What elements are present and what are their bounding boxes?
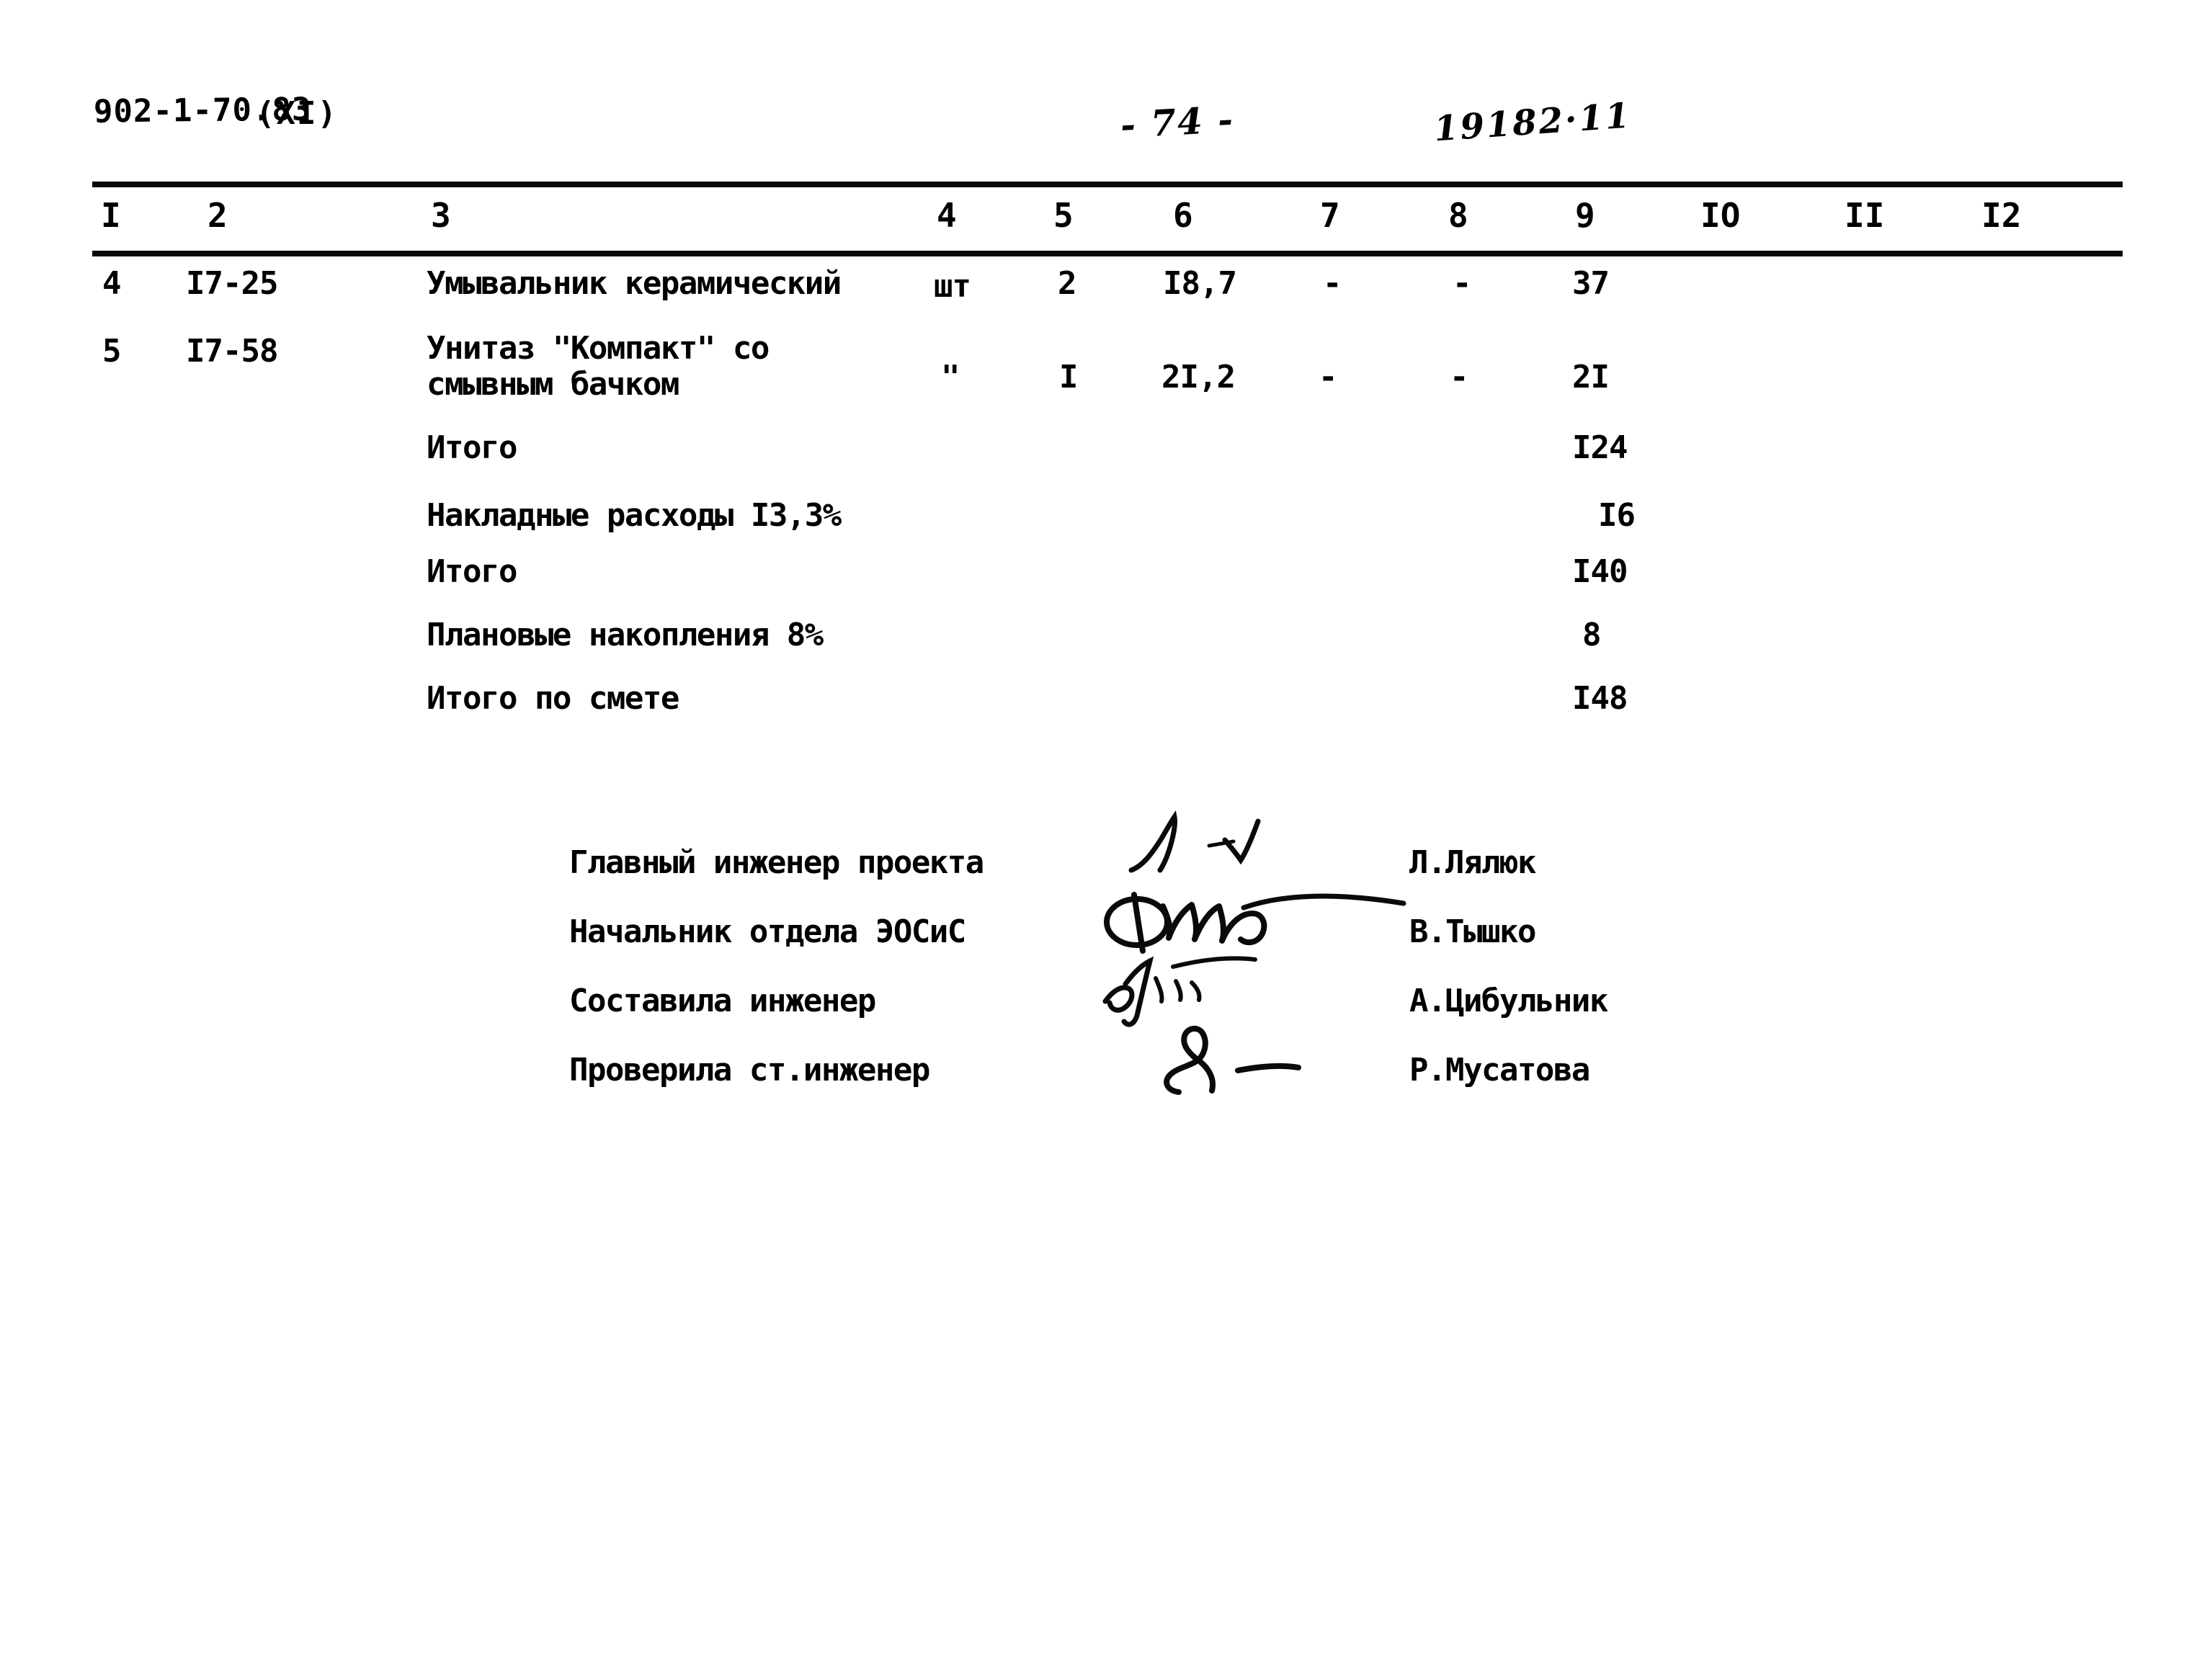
summary-value: 8: [1582, 617, 1601, 653]
column-header-5: 5: [1053, 196, 1074, 235]
document-series: (XI): [256, 95, 338, 132]
signature-role: Начальник отдела ЭОСиС: [569, 913, 966, 950]
column-header-10: IO: [1700, 196, 1741, 235]
row-quantity: 2: [1058, 265, 1076, 302]
column-header-11: II: [1845, 196, 1885, 235]
row-price: 2I,2: [1161, 359, 1236, 395]
summary-value: I24: [1572, 429, 1628, 466]
table-rule-top: [92, 182, 2123, 187]
signature-mark-4: [1146, 1021, 1347, 1101]
signature-name: Л.Лялюк: [1409, 844, 1536, 881]
signature-name: А.Цибульник: [1409, 983, 1608, 1019]
row-quantity: I: [1059, 359, 1078, 395]
reference-number: 19182·11: [1432, 95, 1633, 150]
page-number: - 74 -: [1119, 97, 1236, 147]
signature-name: В.Тышко: [1409, 913, 1536, 950]
column-header-3: 3: [431, 196, 451, 235]
summary-value: I48: [1572, 680, 1628, 717]
summary-label: Итого: [427, 553, 517, 590]
row-description: Умывальник керамический: [427, 265, 842, 302]
row-total: 2I: [1572, 359, 1610, 395]
row-number: 4: [102, 265, 121, 302]
column-header-1: I: [101, 196, 121, 235]
document-page: 902-1-70.83 (XI) - 74 - 19182·11 I 2 3 4…: [0, 0, 2212, 1659]
row-description: Унитаз "Компакт" со: [427, 330, 770, 367]
row-number: 5: [102, 333, 121, 370]
column-header-7: 7: [1320, 196, 1340, 235]
column-header-8: 8: [1448, 196, 1468, 235]
summary-label: Итого: [427, 429, 517, 466]
row-description-line2: смывным бачком: [427, 366, 679, 403]
row-col7: -: [1319, 359, 1337, 395]
signature-mark-1: [1124, 810, 1326, 879]
column-header-12: I2: [1981, 196, 2022, 235]
row-total: 37: [1572, 265, 1610, 302]
row-code: I7-58: [186, 333, 278, 370]
signature-role: Проверила ст.инженер: [569, 1052, 930, 1088]
signature-role: Составила инженер: [569, 983, 876, 1019]
column-header-4: 4: [937, 196, 957, 235]
row-unit: ": [941, 359, 960, 395]
row-unit: шт: [934, 268, 971, 305]
signature-name: Р.Мусатова: [1409, 1052, 1590, 1088]
row-code: I7-25: [186, 265, 278, 302]
column-header-2: 2: [208, 196, 228, 235]
summary-label: Итого по смете: [427, 680, 679, 717]
signature-role: Главный инженер проекта: [569, 844, 984, 881]
summary-label: Накладные расходы I3,3%: [427, 497, 842, 534]
row-col8: -: [1453, 265, 1471, 302]
table-rule-bottom: [92, 251, 2123, 256]
row-price: I8,7: [1163, 265, 1237, 302]
summary-label: Плановые накопления 8%: [427, 617, 824, 653]
row-col7: -: [1323, 265, 1342, 302]
row-col8: -: [1450, 359, 1468, 395]
column-header-6: 6: [1173, 196, 1193, 235]
summary-value: I6: [1598, 497, 1636, 534]
signature-mark-3: [1101, 949, 1317, 1029]
summary-value: I40: [1572, 553, 1628, 590]
column-header-9: 9: [1575, 196, 1595, 235]
